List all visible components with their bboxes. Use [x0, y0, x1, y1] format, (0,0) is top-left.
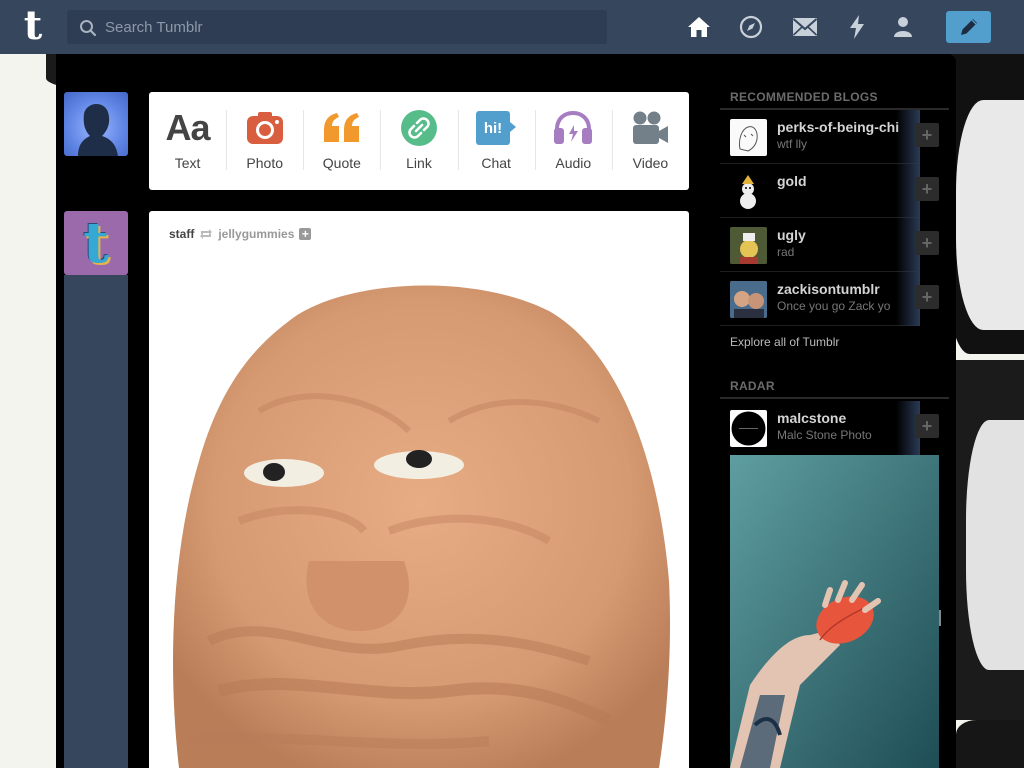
post-type-video[interactable]: Video [611, 92, 689, 190]
blog-name[interactable]: ugly [777, 227, 806, 243]
activity-icon[interactable] [844, 14, 870, 40]
post-author-link[interactable]: staff [169, 227, 194, 241]
post-type-photo[interactable]: Photo [226, 92, 303, 190]
search-input[interactable] [105, 10, 600, 44]
search-icon [80, 20, 97, 37]
dashboard-post: staff jellygummies + [149, 211, 689, 768]
blog-avatar[interactable] [730, 173, 767, 210]
compose-button[interactable] [946, 11, 991, 43]
compose-icon [960, 19, 977, 35]
blog-name[interactable]: malcstone [777, 410, 846, 426]
blog-avatar[interactable] [730, 281, 767, 318]
recommended-blog-row[interactable]: zackisontumblr Once you go Zack yo + [720, 272, 949, 326]
follow-blog-button[interactable]: + [915, 231, 939, 255]
recommended-blog-row[interactable]: gold + [720, 164, 949, 218]
post-type-audio[interactable]: Audio [534, 92, 612, 190]
search-box[interactable] [67, 10, 607, 44]
user-avatar[interactable] [64, 92, 128, 156]
quote-icon [321, 110, 363, 146]
recommended-blog-row[interactable]: perks-of-being-chi wtf lly + [720, 110, 949, 164]
follow-blog-button[interactable]: + [915, 414, 939, 438]
post-type-text[interactable]: Aa Text [149, 92, 226, 190]
blog-avatar[interactable] [730, 227, 767, 264]
blog-description: wtf lly [777, 137, 807, 151]
home-icon[interactable] [686, 14, 712, 40]
post-source-link[interactable]: jellygummies [218, 227, 294, 241]
recommended-blogs-heading: RECOMMENDED BLOGS [730, 90, 878, 104]
explore-all-link[interactable]: Explore all of Tumblr [730, 335, 839, 349]
headphones-icon [553, 110, 593, 146]
inbox-icon[interactable] [792, 14, 818, 40]
blog-description: Once you go Zack yo [777, 299, 891, 313]
radar-photo[interactable] [730, 455, 939, 768]
reblog-icon [199, 228, 213, 240]
follow-blog-button[interactable]: + [915, 123, 939, 147]
chat-icon: hi! [475, 110, 517, 146]
post-header: staff jellygummies + [169, 227, 312, 241]
tumblr-logo[interactable]: t [17, 6, 49, 46]
link-icon [400, 110, 438, 146]
blog-description: Malc Stone Photo [777, 428, 872, 442]
post-type-quote[interactable]: Quote [303, 92, 380, 190]
staff-avatar[interactable]: t [64, 211, 128, 275]
explore-icon[interactable] [738, 14, 764, 40]
post-photo[interactable] [149, 261, 689, 768]
follow-blog-button[interactable]: + [915, 177, 939, 201]
account-icon[interactable] [890, 14, 916, 40]
blog-name[interactable]: zackisontumblr [777, 281, 880, 297]
blog-name[interactable]: gold [777, 173, 807, 189]
follow-blog-button[interactable]: + [915, 285, 939, 309]
avatar-sticky-column [64, 275, 128, 768]
recommended-blog-row[interactable]: ugly rad + [720, 218, 949, 272]
post-type-chat[interactable]: hi! Chat [457, 92, 535, 190]
top-navigation-bar: t [0, 0, 1024, 54]
radar-blog-row[interactable]: malcstone Malc Stone Photo + [720, 401, 949, 455]
post-type-bar: Aa Text Photo Quote Link hi! Chat Audio [149, 92, 689, 190]
video-camera-icon [630, 110, 670, 146]
follow-source-button[interactable]: + [299, 228, 312, 240]
blog-description: rad [777, 245, 795, 259]
blog-avatar[interactable] [730, 119, 767, 156]
sidebar-divider [720, 397, 949, 399]
radar-heading: RADAR [730, 379, 775, 393]
camera-icon [245, 110, 285, 146]
sidebar-scrollbar[interactable] [939, 610, 941, 626]
blog-name[interactable]: perks-of-being-chi [777, 119, 899, 135]
post-type-link[interactable]: Link [380, 92, 457, 190]
blog-avatar[interactable] [730, 410, 767, 447]
text-icon: Aa [165, 107, 211, 148]
svg-text:hi!: hi! [484, 120, 502, 137]
